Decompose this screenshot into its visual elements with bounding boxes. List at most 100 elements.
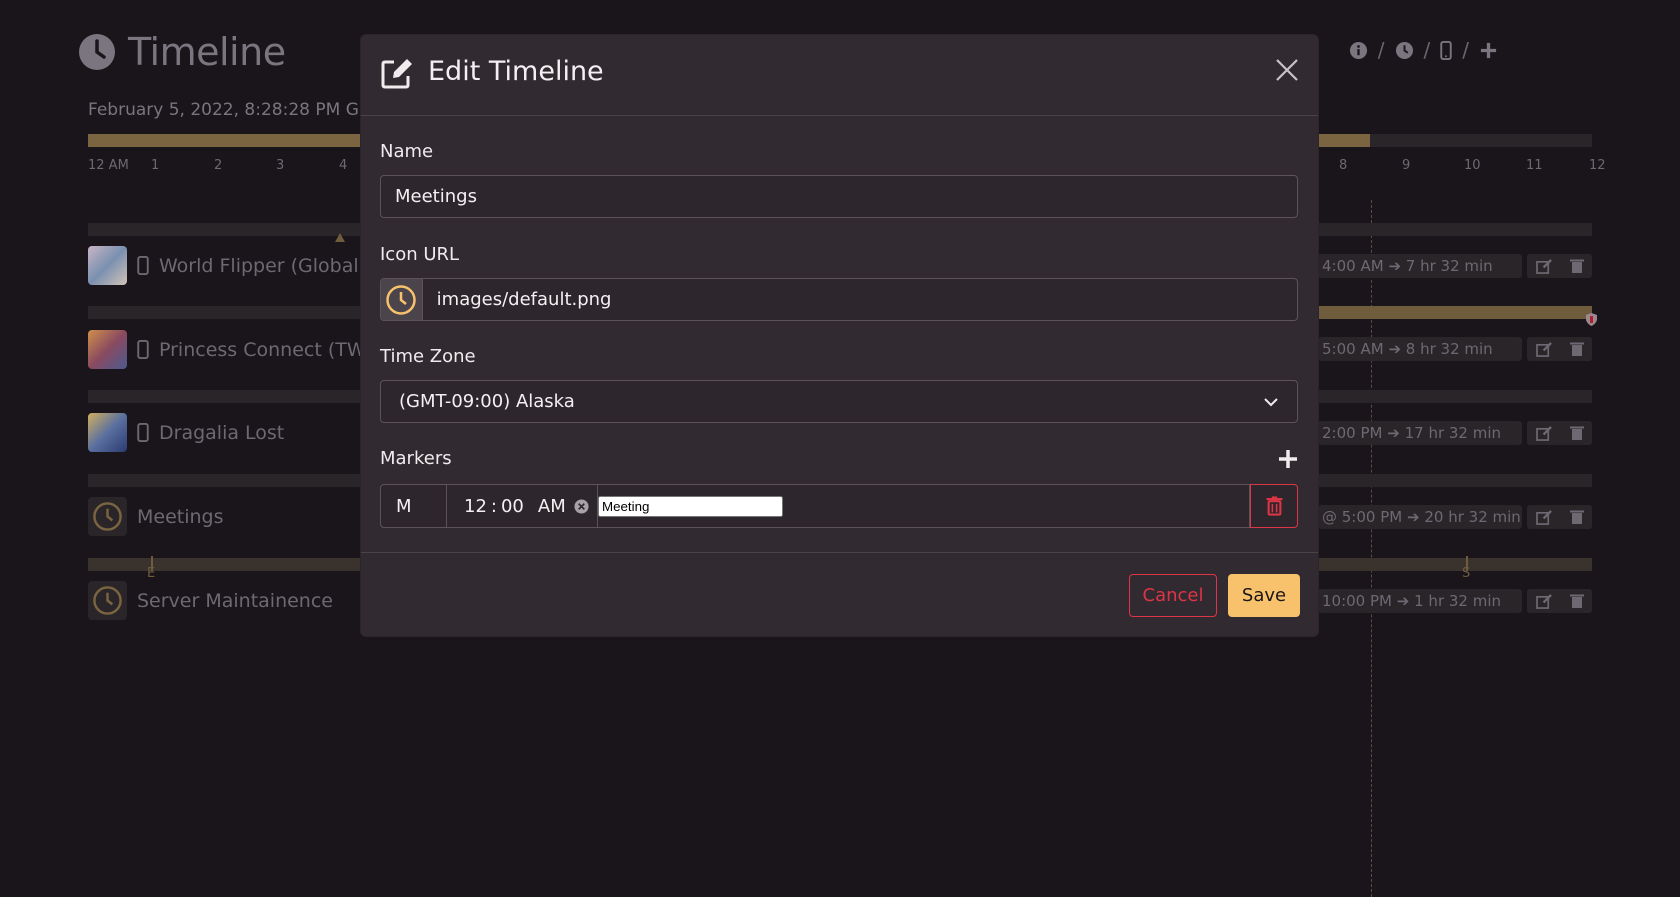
edit-icon[interactable]: [1535, 258, 1553, 274]
mobile-icon[interactable]: [1440, 40, 1452, 60]
arrow-right-icon: ➔: [1396, 592, 1410, 610]
mobile-icon: [137, 340, 149, 359]
avatar: [88, 497, 127, 536]
time-zone-select[interactable]: (GMT-09:00) Alaska: [380, 380, 1298, 423]
trash-icon[interactable]: [1569, 258, 1584, 274]
icon-url-label: Icon URL: [380, 244, 460, 265]
time-zone-label: Time Zone: [380, 346, 476, 367]
trash-icon[interactable]: [1569, 425, 1584, 441]
edit-icon[interactable]: [1535, 509, 1553, 525]
time-zone-value: (GMT-09:00) Alaska: [399, 391, 575, 412]
marker-label-input[interactable]: [598, 495, 783, 517]
marker-label-field: [598, 484, 1250, 528]
avatar: [88, 246, 127, 285]
edit-icon[interactable]: [1535, 341, 1553, 357]
separator: /: [1377, 38, 1385, 62]
current-date: February 5, 2022, 8:28:28 PM GMT: [88, 100, 384, 120]
row-info: 10:00 PM ➔ 1 hr 32 min: [1318, 589, 1522, 613]
arrow-right-icon: ➔: [1387, 424, 1400, 442]
top-toolbar: / / /: [1349, 38, 1498, 62]
name-input[interactable]: [381, 186, 1297, 207]
modal-title: Edit Timeline: [428, 56, 604, 87]
marker-minute[interactable]: 00: [501, 496, 524, 517]
trash-icon[interactable]: [1569, 509, 1584, 525]
page-title-text: Timeline: [128, 30, 286, 74]
row-info: 4:00 AM ➔ 7 hr 32 min: [1318, 254, 1522, 278]
tick-label: 11: [1526, 158, 1543, 173]
tick-label: 2: [214, 158, 223, 173]
tick-label: 9: [1402, 158, 1411, 173]
row-actions: [1527, 421, 1592, 445]
edit-icon[interactable]: [1535, 593, 1553, 609]
name-label: Name: [380, 141, 434, 162]
close-icon[interactable]: [1274, 57, 1300, 83]
start-time: 2:00 PM: [1322, 424, 1383, 442]
separator: /: [1423, 38, 1431, 62]
clock-icon: [79, 34, 115, 70]
add-marker-button[interactable]: [1278, 449, 1298, 469]
tick-label: 1: [151, 158, 160, 173]
timeline-row-label: Meetings: [88, 497, 224, 536]
timeline-row-label: Dragalia Lost: [88, 413, 284, 452]
cancel-button[interactable]: Cancel: [1129, 574, 1217, 617]
row-actions: [1527, 337, 1592, 361]
info-icon[interactable]: [1349, 41, 1368, 60]
delete-marker-button[interactable]: [1250, 484, 1298, 528]
trash-icon[interactable]: [1569, 341, 1584, 357]
arrow-right-icon: ➔: [1388, 257, 1402, 275]
row-name: Dragalia Lost: [159, 421, 285, 444]
time-separator: :: [490, 495, 497, 517]
tick-label: 4: [339, 158, 348, 173]
modal-header: Edit Timeline: [361, 35, 1318, 116]
day-progress-fill: [88, 134, 370, 147]
trash-icon: [1266, 496, 1282, 516]
tick-label: 12 AM: [88, 158, 129, 173]
start-time: 10:00 PM: [1322, 592, 1392, 610]
clock-icon: [386, 284, 417, 315]
icon-preview: [381, 279, 423, 320]
row-info: 5:00 AM ➔ 8 hr 32 min: [1318, 337, 1522, 361]
clear-time-icon[interactable]: [574, 498, 589, 514]
row-info: @ 5:00 PM ➔ 20 hr 32 min: [1318, 505, 1522, 529]
marker-day-select[interactable]: M: [380, 484, 447, 528]
row-actions: [1527, 254, 1592, 278]
row-actions: [1527, 589, 1592, 613]
duration: 8 hr 32 min: [1405, 340, 1493, 358]
arrow-right-icon: ➔: [1388, 340, 1402, 358]
marker-triangle-icon: [335, 233, 345, 242]
icon-url-input[interactable]: [422, 289, 1297, 310]
edit-icon[interactable]: [1535, 425, 1553, 441]
tick-label: 3: [276, 158, 285, 173]
edit-timeline-modal: Edit Timeline Name Icon URL Time Zone (G…: [361, 35, 1318, 636]
marker-letter-s: S: [1462, 566, 1471, 581]
row-name: World Flipper (Global): [159, 254, 367, 277]
plus-icon[interactable]: [1479, 41, 1498, 60]
save-button[interactable]: Save: [1228, 574, 1300, 617]
row-name: Princess Connect (TW): [159, 338, 374, 361]
separator: /: [1462, 38, 1469, 62]
marker-row: M 12 : 00 AM: [380, 484, 1298, 528]
edit-icon: [381, 59, 412, 89]
icon-url-field-box: [380, 278, 1298, 321]
tick-label: 12: [1589, 158, 1606, 173]
trash-icon[interactable]: [1569, 593, 1584, 609]
timeline-row-label: Server Maintainence: [88, 581, 333, 620]
marker-ampm[interactable]: AM: [538, 496, 566, 517]
row-info: 2:00 PM ➔ 17 hr 32 min: [1318, 421, 1522, 445]
timeline-row-label: World Flipper (Global): [88, 246, 366, 285]
mobile-icon: [137, 423, 149, 442]
clock-icon[interactable]: [1395, 41, 1414, 60]
marker-time-input[interactable]: 12 : 00 AM: [447, 484, 598, 528]
modal-footer: Cancel Save: [361, 552, 1318, 637]
avatar: [88, 581, 127, 620]
duration: 20 hr 32 min: [1424, 508, 1521, 526]
clock-icon: [93, 502, 122, 531]
duration: 17 hr 32 min: [1404, 424, 1502, 442]
row-actions: [1527, 505, 1592, 529]
clock-icon: [93, 586, 122, 615]
current-time-line: [1371, 200, 1372, 897]
start-time: @ 5:00 PM: [1322, 508, 1403, 526]
chevron-down-icon: [1264, 397, 1278, 406]
avatar: [88, 330, 127, 369]
marker-hour[interactable]: 12: [464, 496, 487, 517]
